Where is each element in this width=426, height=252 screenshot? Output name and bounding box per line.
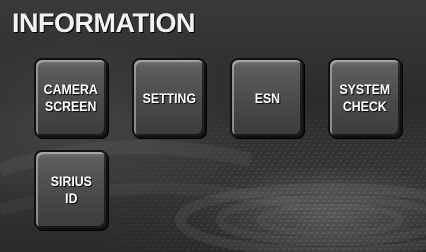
esn-button-label: ESN: [254, 89, 280, 106]
sirius-id-button[interactable]: SIRIUS ID: [34, 150, 108, 230]
setting-button[interactable]: SETTING: [132, 58, 206, 138]
esn-button[interactable]: ESN: [230, 58, 304, 138]
setting-button-label: SETTING: [142, 89, 196, 106]
page-title: INFORMATION: [12, 8, 195, 38]
information-screen: INFORMATION CAMERA SCREEN SETTING ESN SY…: [0, 0, 426, 252]
system-check-button[interactable]: SYSTEM CHECK: [328, 58, 402, 138]
camera-screen-button[interactable]: CAMERA SCREEN: [34, 58, 108, 138]
camera-screen-button-label: CAMERA SCREEN: [43, 81, 99, 114]
sirius-id-button-label: SIRIUS ID: [50, 173, 92, 206]
system-check-button-label: SYSTEM CHECK: [339, 81, 391, 114]
